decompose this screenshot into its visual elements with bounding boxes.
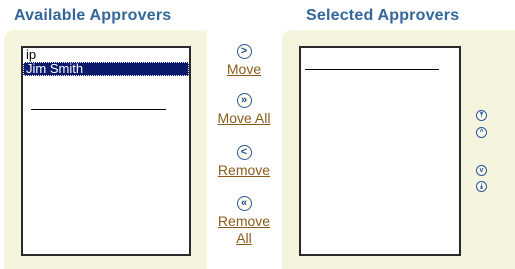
available-approvers-heading: Available Approvers	[14, 7, 172, 24]
move-left-icon[interactable]: <	[236, 145, 252, 160]
list-placeholder-line	[305, 69, 439, 70]
move-all-control[interactable]: » Move All	[209, 93, 279, 127]
remove-link[interactable]: Remove	[209, 162, 279, 179]
list-item-selected[interactable]: Jim Smith	[23, 62, 189, 76]
move-link[interactable]: Move	[209, 61, 279, 78]
move-up-icon[interactable]: ^	[476, 127, 487, 138]
list-placeholder-line	[31, 109, 166, 110]
list-item[interactable]: ip	[23, 48, 189, 62]
move-control[interactable]: > Move	[209, 44, 279, 78]
remove-all-link-line2[interactable]: All	[209, 230, 279, 247]
remove-control[interactable]: < Remove	[209, 145, 279, 179]
available-approvers-list[interactable]: ip Jim Smith	[21, 46, 191, 256]
move-all-right-icon[interactable]: »	[236, 93, 252, 108]
selected-approvers-heading: Selected Approvers	[306, 7, 460, 24]
move-all-left-icon[interactable]: «	[236, 196, 252, 211]
move-down-icon[interactable]: v	[476, 165, 487, 176]
move-to-top-icon[interactable]: ⤒	[476, 110, 487, 121]
remove-all-link-line1[interactable]: Remove	[209, 213, 279, 230]
move-all-link[interactable]: Move All	[209, 110, 279, 127]
move-right-icon[interactable]: >	[236, 44, 252, 59]
top-cropped-text	[0, 0, 515, 4]
selected-approvers-list[interactable]	[299, 46, 461, 256]
move-to-bottom-icon[interactable]: ⤓	[476, 181, 487, 192]
remove-all-control[interactable]: « Remove All	[209, 196, 279, 247]
